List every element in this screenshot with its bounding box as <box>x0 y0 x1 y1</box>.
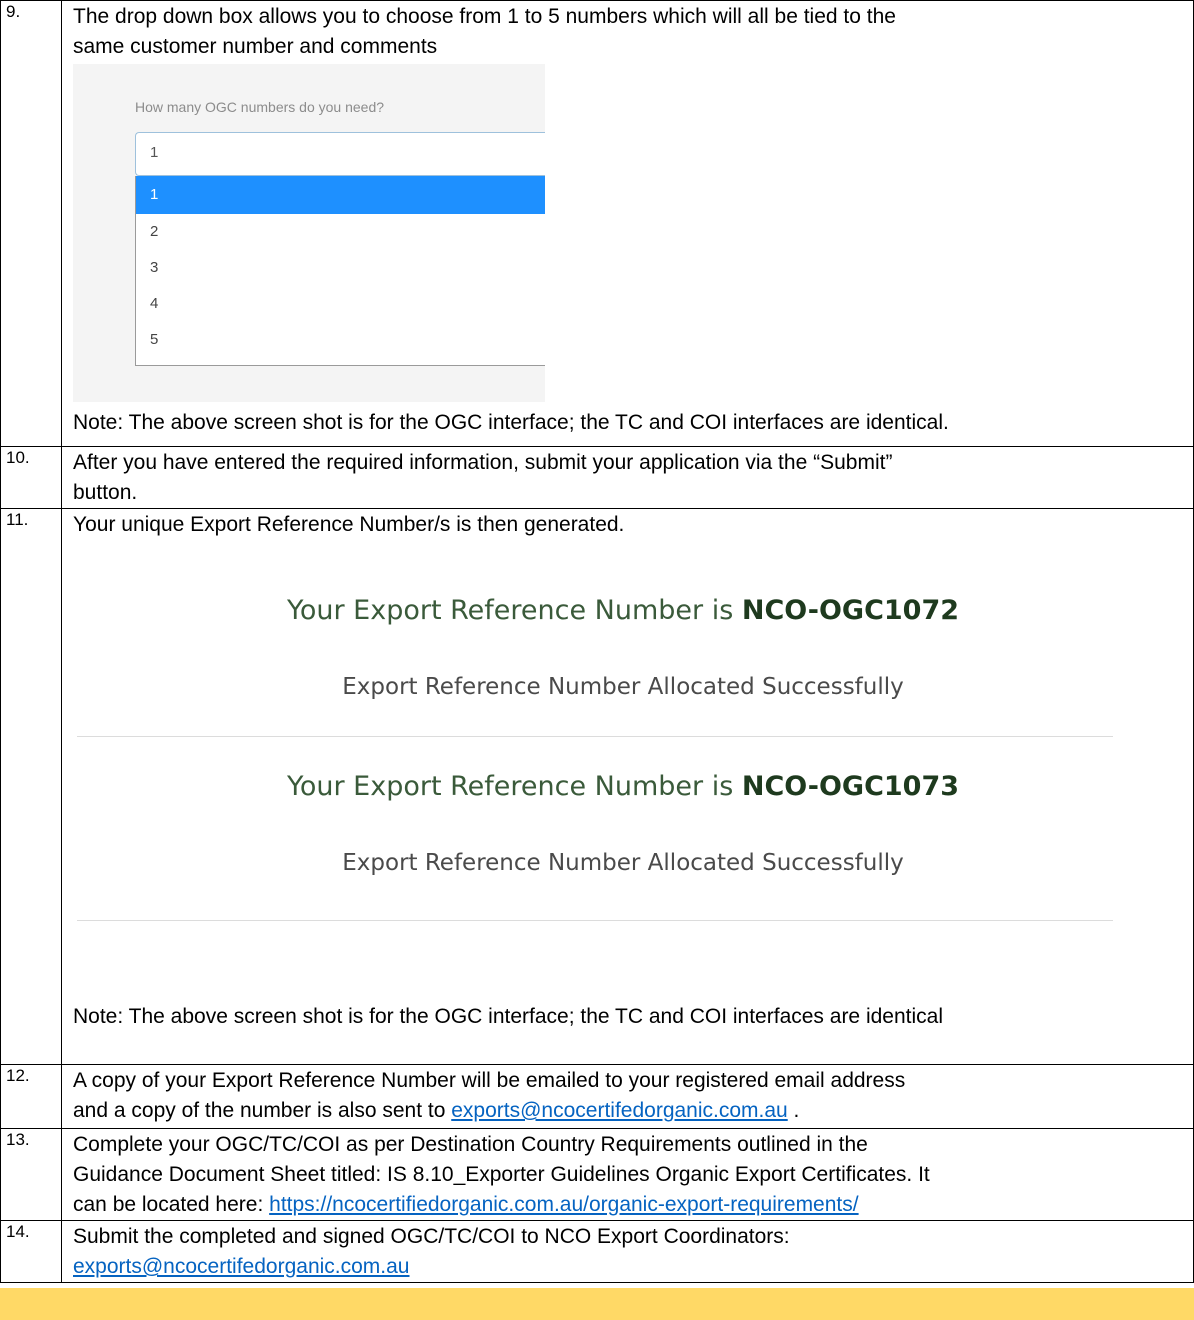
step-note: Note: The above screen shot is for the O… <box>73 1005 943 1028</box>
step-text-line: Submit the completed and signed OGC/TC/C… <box>73 1225 790 1248</box>
step-row-9: 9. The drop down box allows you to choos… <box>0 0 1194 447</box>
dropdown-screenshot: How many OGC numbers do you need? 1 1 2 … <box>73 64 545 402</box>
export-requirements-link[interactable]: https://ncocertifiedorganic.com.au/organ… <box>269 1193 858 1216</box>
step-note: Note: The above screen shot is for the O… <box>73 411 949 434</box>
step-body: Your unique Export Reference Number/s is… <box>61 508 1194 1065</box>
step-body: Complete your OGC/TC/COI as per Destinat… <box>61 1128 1194 1221</box>
step-body: Submit the completed and signed OGC/TC/C… <box>61 1220 1194 1283</box>
step-number: 9. <box>0 0 62 447</box>
allocation-status: Export Reference Number Allocated Succes… <box>342 674 904 700</box>
divider <box>77 920 1113 921</box>
quantity-option[interactable]: 2 <box>136 214 545 250</box>
allocation-status: Export Reference Number Allocated Succes… <box>342 850 904 876</box>
step-row-13: 13. Complete your OGC/TC/COI as per Dest… <box>0 1128 1194 1221</box>
step-number: 10. <box>0 446 62 509</box>
step-number: 12. <box>0 1064 62 1129</box>
instructions-table: 9. The drop down box allows you to choos… <box>0 0 1194 1283</box>
step-row-12: 12. A copy of your Export Reference Numb… <box>0 1064 1194 1129</box>
step-text-line: button. <box>73 481 138 504</box>
reference-heading: Your Export Reference Number is NCO-OGC1… <box>73 596 1173 626</box>
quantity-option[interactable]: 4 <box>136 286 545 322</box>
step-body: After you have entered the required info… <box>61 446 1194 509</box>
step-text-line: Complete your OGC/TC/COI as per Destinat… <box>73 1133 868 1156</box>
step-number: 11. <box>0 508 62 1065</box>
step-number: 14. <box>0 1220 62 1283</box>
dropdown-question: How many OGC numbers do you need? <box>135 99 385 115</box>
reference-screenshot: Your Export Reference Number is NCO-OGC1… <box>73 540 1193 1064</box>
reference-number: NCO-OGC1073 <box>741 771 960 802</box>
divider <box>77 736 1113 737</box>
reference-prefix: Your Export Reference Number is <box>286 595 734 626</box>
exports-email-link[interactable]: exports@ncocertifedorganic.com.au <box>73 1255 409 1278</box>
footer-band <box>0 1288 1194 1320</box>
step-text-line: and a copy of the number is also sent to… <box>73 1096 1193 1126</box>
step-text-fragment: and a copy of the number is also sent to <box>73 1099 452 1122</box>
quantity-select[interactable]: 1 <box>135 132 545 176</box>
step-row-11: 11. Your unique Export Reference Number/… <box>0 508 1194 1065</box>
quantity-options-list: 1 2 3 4 5 <box>135 176 545 366</box>
step-body: A copy of your Export Reference Number w… <box>61 1064 1194 1129</box>
step-text-line: Guidance Document Sheet titled: IS 8.10_… <box>73 1163 930 1186</box>
step-text-line: Your unique Export Reference Number/s is… <box>73 513 625 536</box>
step-body: The drop down box allows you to choose f… <box>61 0 1194 447</box>
step-number: 13. <box>0 1128 62 1221</box>
step-text-line: After you have entered the required info… <box>73 451 893 474</box>
step-text-line: same customer number and comments <box>73 35 438 58</box>
reference-heading: Your Export Reference Number is NCO-OGC1… <box>73 772 1173 802</box>
step-row-14: 14. Submit the completed and signed OGC/… <box>0 1220 1194 1283</box>
step-text-fragment: . <box>787 1099 800 1122</box>
step-row-10: 10. After you have entered the required … <box>0 446 1194 509</box>
step-text-line: A copy of your Export Reference Number w… <box>73 1069 906 1092</box>
step-text-fragment: can be located here: <box>73 1193 270 1216</box>
quantity-option[interactable]: 5 <box>136 322 545 358</box>
quantity-select-value: 1 <box>150 144 159 161</box>
quantity-option[interactable]: 3 <box>136 250 545 286</box>
exports-email-link[interactable]: exports@ncocertifedorganic.com.au <box>451 1099 787 1122</box>
step-text-line: The drop down box allows you to choose f… <box>73 5 896 28</box>
step-text-line: can be located here: https://ncocertifie… <box>73 1190 1193 1220</box>
step-text-line: exports@ncocertifedorganic.com.au <box>73 1252 1193 1282</box>
reference-prefix: Your Export Reference Number is <box>286 771 734 802</box>
reference-number: NCO-OGC1072 <box>741 595 960 626</box>
quantity-option[interactable]: 1 <box>136 176 545 214</box>
